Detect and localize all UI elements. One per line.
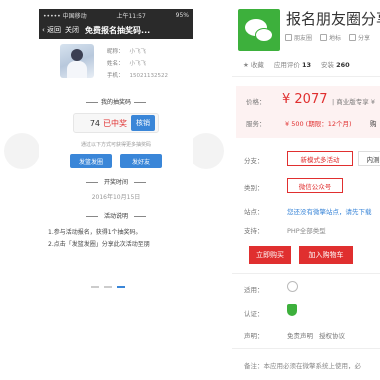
tag-icon (320, 34, 328, 41)
favorite-button[interactable]: ★ 收藏 (243, 59, 264, 69)
platform-label: 适用： (244, 286, 264, 294)
product-page: ••••• 中国移动 上午11:57 95% ‹ 返回 关闭 免费报名抽奖码..… (0, 0, 380, 380)
carousel-dots (91, 286, 125, 288)
carrier-text: ••••• 中国移动 (43, 12, 87, 20)
cert-label: 认证： (244, 310, 264, 318)
service-value: ¥ 500 (期限：12个月) (285, 120, 352, 128)
product-tags: 朋友圈 地标 分享 (285, 33, 370, 42)
back-button[interactable]: ‹ 返回 (42, 25, 61, 35)
avatar (60, 44, 94, 78)
draw-date: 2016年10月15日 (91, 194, 141, 201)
price-label: 价格： (246, 98, 266, 106)
share-moments-button[interactable]: 发篮发圈 (70, 154, 112, 168)
status-bar: ••••• 中国移动 上午11:57 95% (39, 9, 193, 21)
support-text: PHP全部类型 (287, 227, 326, 235)
code-status: 已中奖 (103, 118, 127, 128)
carousel-dot[interactable] (104, 286, 112, 288)
price-value: ¥ 2077 (282, 92, 328, 107)
note-text: 备注：本应用必须在微擎系统上使用，必 (244, 362, 361, 370)
divider (232, 348, 380, 349)
add-to-cart-button[interactable]: 加入购物车 (299, 246, 353, 264)
code-number: 74 (89, 118, 100, 128)
name-line: 姓名： 小飞飞 (107, 61, 147, 67)
carousel-prev-button[interactable] (4, 133, 40, 169)
carousel-next-button[interactable] (188, 133, 224, 169)
site-label: 站点： (244, 208, 264, 216)
service-label: 服务： (246, 120, 266, 128)
rule-2: 2.点击「发篮发圈」分享此次活动至朋 (48, 241, 150, 248)
screenshot-carousel: ••••• 中国移动 上午11:57 95% ‹ 返回 关闭 免费报名抽奖码..… (0, 0, 232, 380)
branch-option-selected[interactable]: 新模式多活动 (287, 151, 353, 166)
rating-stat: 应用评价 13 (273, 61, 312, 69)
install-stat: 安装 260 (321, 61, 350, 69)
product-stats: ★ 收藏 应用评价 13 安装 260 (243, 59, 350, 69)
tag-item[interactable]: 分享 (349, 33, 370, 42)
price-panel: 价格： ¥ 2077 | 商业版专享 ¥ 服务： ¥ 500 (期限：12个月)… (236, 86, 380, 138)
category-option-selected[interactable]: 微信公众号 (287, 178, 343, 193)
share-friend-button[interactable]: 发好友 (120, 154, 162, 168)
carousel-dot-active[interactable] (117, 286, 125, 288)
tag-item[interactable]: 地标 (320, 33, 341, 42)
category-label: 类别： (244, 184, 264, 192)
buy-now-button[interactable]: 立即购买 (249, 246, 291, 264)
phone-preview: ••••• 中国移动 上午11:57 95% ‹ 返回 关闭 免费报名抽奖码..… (39, 9, 193, 289)
divider (232, 76, 380, 77)
code-section-title: 我的抽奖码 (39, 97, 193, 106)
statement-links: 免责声明 授权协议 (287, 330, 345, 340)
rules-title: 活动说明 (39, 211, 193, 220)
rule-1: 1.参与活动报名，获得1个抽奖码。 (48, 229, 142, 236)
shield-icon (287, 304, 297, 316)
tag-item[interactable]: 朋友圈 (285, 33, 312, 42)
support-label: 支持： (244, 227, 264, 235)
lottery-code-box: 74 已中奖 核销 (73, 113, 159, 133)
user-profile: 昵称： 小飞飞 姓名： 小飞飞 手机： 15021132522 (39, 39, 193, 89)
service-buy-link[interactable]: 购 (370, 118, 377, 128)
page-title: 免费报名抽奖码... (85, 25, 151, 35)
license-link[interactable]: 授权协议 (319, 330, 345, 340)
site-download-link[interactable]: 您还没有微擎站点，请先下载 (287, 206, 372, 216)
more-codes-hint: 通过以下方式可获得更多抽奖码 (80, 142, 151, 148)
nav-bar: ‹ 返回 关闭 免费报名抽奖码... (39, 21, 193, 39)
verify-button[interactable]: 核销 (131, 115, 155, 131)
wechat-app-icon (238, 9, 280, 51)
statement-label: 声明： (244, 332, 264, 340)
draw-time-title: 开奖时间 (39, 177, 193, 186)
apple-icon (287, 281, 298, 292)
nickname-line: 昵称： 小飞飞 (107, 49, 147, 55)
tag-icon (285, 34, 292, 41)
divider (232, 273, 380, 274)
branch-option[interactable]: 内测 (358, 151, 380, 166)
carousel-dot[interactable] (91, 286, 99, 288)
price-extra: | 商业版专享 ¥ (332, 98, 375, 106)
time-text: 上午11:57 (116, 12, 146, 20)
close-button[interactable]: 关闭 (65, 25, 79, 35)
phone-line: 手机： 15021132522 (107, 73, 169, 79)
star-icon: ★ (243, 61, 249, 69)
product-title: 报名朋友圈分享 (286, 10, 380, 28)
branch-label: 分支： (244, 157, 264, 165)
battery-text: 95% (175, 11, 189, 19)
product-info: 报名朋友圈分享 朋友圈 地标 分享 ★ 收藏 应用评价 13 安装 260 价格… (232, 0, 380, 380)
disclaimer-link[interactable]: 免责声明 (287, 330, 313, 340)
tag-icon (349, 34, 357, 41)
